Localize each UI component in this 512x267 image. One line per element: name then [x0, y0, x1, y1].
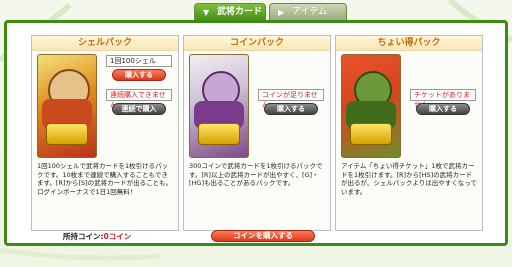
multi-buy-button[interactable]: 連続で購入 [112, 103, 166, 115]
triangle-right-icon: ▶ [278, 8, 285, 17]
notice-label: 連続購入できません [106, 89, 172, 109]
tab-label: 武将カード [217, 7, 263, 17]
card-title: コインパック [184, 36, 330, 51]
shell-pack-image [37, 54, 97, 158]
notice-label: コインが足りません [258, 89, 324, 109]
coin-pack-image [189, 54, 249, 158]
triangle-down-icon: ▼ [203, 8, 210, 17]
card-title: ちょい得パック [336, 36, 482, 51]
pack-logo [46, 123, 88, 145]
owned-coins: 所持コイン:0コイン [63, 231, 131, 242]
card-description: 300コインで武将カードを1枚引けるパックです。[R]以上の武将カードが出やすく… [189, 162, 323, 187]
coin-pack-card: コインパック コインが足りません 購入する 300コインで武将カードを1枚引ける… [183, 35, 331, 231]
card-title: シェルパック [32, 36, 178, 51]
notice-label: チケットがありません [410, 89, 476, 109]
price-label: 1回100シェル [106, 55, 172, 67]
owned-coins-label: 所持コイン: [63, 232, 104, 241]
card-description: 1回100シェルで武将カードを1枚引けるパックです。10枚まで連続で購入すること… [37, 162, 173, 196]
shell-pack-card: シェルパック 1回100シェル 購入する 連続購入できません 連続で購入 1回1… [31, 35, 179, 231]
gacha-panel: シェルパック 1回100シェル 購入する 連続購入できません 連続で購入 1回1… [4, 20, 508, 246]
card-description: アイテム「ちょい得チケット」1枚で武将カードを1枚引けます。[R]から[HS]の… [341, 162, 477, 196]
pack-logo [198, 123, 240, 145]
buy-button[interactable]: 購入する [264, 103, 318, 115]
owned-coins-value: 0コイン [103, 232, 132, 241]
buy-button[interactable]: 購入する [112, 69, 166, 81]
choitoku-pack-card: ちょい得パック チケットがありません 購入する アイテム「ちょい得チケット」1枚… [335, 35, 483, 231]
pack-logo [350, 123, 392, 145]
tab-label: アイテム [292, 7, 328, 17]
buy-coins-button[interactable]: コインを購入する [211, 230, 315, 242]
choitoku-pack-image [341, 54, 401, 158]
buy-button[interactable]: 購入する [416, 103, 470, 115]
